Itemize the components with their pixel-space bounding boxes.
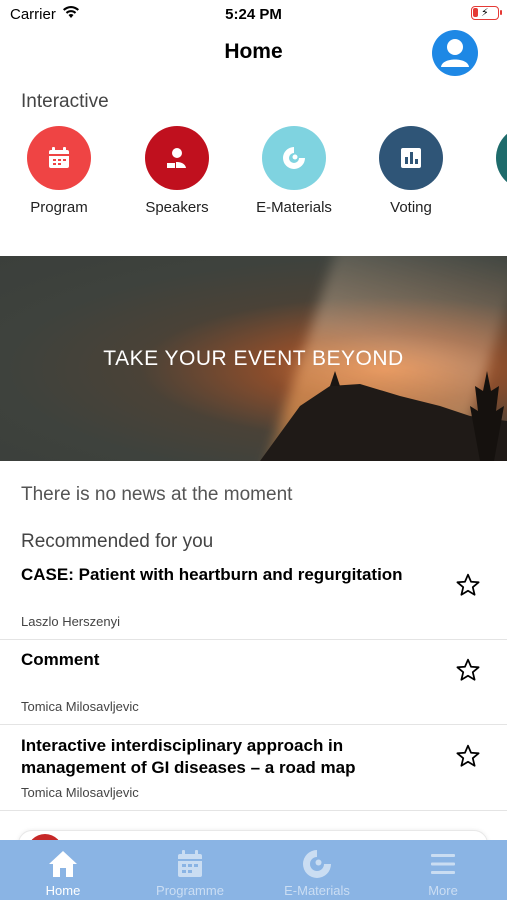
home-icon xyxy=(49,851,77,877)
speaker-icon xyxy=(166,148,186,169)
tab-label: More xyxy=(428,883,458,898)
page-title: Home xyxy=(224,40,283,63)
e-materials-icon xyxy=(303,850,331,878)
calendar-icon xyxy=(49,147,69,168)
shortcut-voting[interactable]: Voting xyxy=(352,126,470,216)
recommendation-title: CASE: Patient with heartburn and regurgi… xyxy=(21,565,403,584)
tab-more[interactable]: More xyxy=(380,840,506,900)
star-icon[interactable] xyxy=(455,657,481,683)
recommendation-item[interactable]: Comment Tomica Milosavljevic xyxy=(0,640,507,725)
tab-label: E-Materials xyxy=(284,883,350,898)
chart-icon xyxy=(401,148,421,168)
tab-programme[interactable]: Programme xyxy=(127,840,253,900)
menu-icon xyxy=(431,854,455,874)
promo-banner[interactable]: TAKE YOUR EVENT BEYOND xyxy=(0,256,507,461)
banner-text: TAKE YOUR EVENT BEYOND xyxy=(103,347,404,370)
shortcut-e-materials[interactable]: E-Materials xyxy=(235,126,353,216)
shortcut-label: E-Materials xyxy=(256,199,332,216)
recommendation-item[interactable]: CASE: Patient with heartburn and regurgi… xyxy=(0,555,507,640)
recommendation-author: Tomica Milosavljevic xyxy=(21,699,139,714)
interactive-shortcuts: Program Speakers E-Materials Voting xyxy=(0,126,507,226)
star-icon[interactable] xyxy=(455,572,481,598)
status-bar: Carrier 5:24 PM ⚡ xyxy=(0,0,507,30)
user-icon xyxy=(441,39,469,67)
star-icon[interactable] xyxy=(455,743,481,769)
shortcut-label: Speakers xyxy=(145,199,209,216)
shortcut-speakers[interactable]: Speakers xyxy=(118,126,236,216)
tab-home[interactable]: Home xyxy=(0,840,126,900)
shortcut-partial[interactable]: At xyxy=(469,126,507,216)
e-materials-icon xyxy=(283,147,305,169)
clock: 5:24 PM xyxy=(225,6,282,23)
shortcut-label: Program xyxy=(30,199,88,216)
news-empty-message: There is no news at the moment xyxy=(21,484,293,505)
recommendation-author: Laszlo Herszenyi xyxy=(21,614,120,629)
tab-e-materials[interactable]: E-Materials xyxy=(254,840,380,900)
shortcut-label: At xyxy=(469,199,507,216)
recommendation-author: Tomica Milosavljevic xyxy=(21,785,139,800)
recommendation-item[interactable]: Interactive interdisciplinary approach i… xyxy=(0,725,507,811)
shortcut-label: Voting xyxy=(390,199,432,216)
interactive-heading: Interactive xyxy=(21,91,109,112)
recommended-heading: Recommended for you xyxy=(21,531,214,552)
profile-avatar-button[interactable] xyxy=(432,30,478,76)
calendar-icon xyxy=(178,850,202,877)
recommendation-title: Comment xyxy=(21,650,100,669)
shortcut-program[interactable]: Program xyxy=(0,126,118,216)
tab-label: Programme xyxy=(156,883,224,898)
tab-label: Home xyxy=(45,883,81,898)
tab-bar: Home Programme E-Materials More xyxy=(0,840,507,900)
battery-icon: ⚡ xyxy=(471,6,502,20)
recommendation-title: Interactive interdisciplinary approach i… xyxy=(21,736,356,777)
